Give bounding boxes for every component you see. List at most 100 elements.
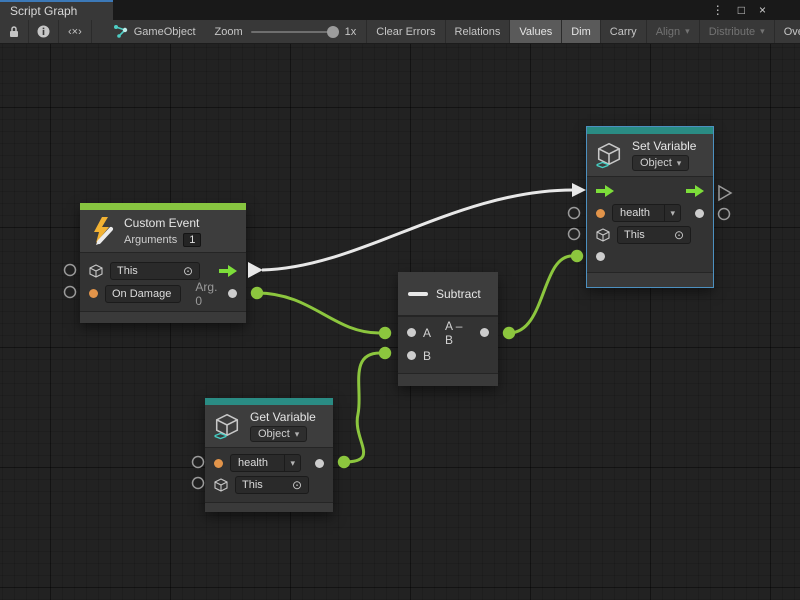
cube-icon — [89, 264, 103, 278]
flow-wire-start-arrow[interactable] — [248, 262, 263, 278]
info-button[interactable] — [29, 20, 59, 43]
cube-icon — [214, 478, 228, 492]
get-variable-footer — [205, 502, 333, 512]
flow-output-port[interactable] — [686, 185, 704, 197]
wire-endpoint[interactable] — [503, 327, 515, 339]
get-variable-header[interactable]: <> Get Variable Object ▾ — [205, 405, 333, 447]
custom-event-header[interactable]: Custom Event Arguments 1 — [80, 210, 246, 252]
target-field[interactable]: This ⊙ — [235, 476, 309, 494]
zoom-control: Zoom 1x — [205, 20, 367, 43]
wire-endpoint[interactable] — [379, 327, 391, 339]
subtract-footer — [398, 373, 498, 386]
arguments-input[interactable]: 1 — [183, 233, 201, 247]
graph-toolbar: ‹×› GameObject Zoom 1x Clear Errors Rela… — [0, 20, 800, 44]
value-input-port[interactable] — [596, 252, 605, 261]
wire-endpoint[interactable] — [251, 287, 263, 299]
input-b-port[interactable] — [407, 351, 416, 360]
code-view-button[interactable]: ‹×› — [59, 20, 92, 43]
string-input-port[interactable] — [89, 289, 98, 298]
variable-name-dropdown[interactable]: health ▾ — [230, 454, 301, 472]
object-picker-icon[interactable]: ⊙ — [674, 230, 684, 240]
flow-wire-end-arrow — [572, 183, 586, 197]
output-port[interactable] — [480, 328, 489, 337]
cube-icon — [596, 228, 610, 242]
floating-input-port[interactable] — [65, 265, 76, 276]
set-variable-footer — [587, 272, 713, 287]
arguments-label: Arguments — [124, 234, 177, 246]
subtract-header[interactable]: Subtract — [398, 272, 498, 316]
values-button[interactable]: Values — [510, 20, 562, 43]
object-variable-icon: <> — [215, 413, 242, 440]
zoom-slider-handle[interactable] — [327, 26, 339, 38]
relations-button[interactable]: Relations — [446, 20, 511, 43]
flow-output-port[interactable] — [219, 265, 237, 277]
lock-button[interactable] — [0, 20, 29, 43]
distribute-label: Distribute — [709, 26, 755, 38]
maximize-icon[interactable]: □ — [738, 3, 745, 17]
distribute-button[interactable]: Distribute ▾ — [700, 20, 775, 43]
align-button[interactable]: Align ▾ — [647, 20, 700, 43]
variable-scope-dropdown[interactable]: Object ▾ — [632, 155, 689, 171]
graph-target-label: GameObject — [134, 26, 196, 38]
set-variable-target-row: This ⊙ — [587, 224, 713, 246]
overview-button[interactable]: Overv — [775, 20, 800, 43]
zoom-slider[interactable] — [251, 31, 337, 33]
floating-output-port[interactable] — [719, 209, 730, 220]
input-b-label: B — [423, 349, 431, 363]
set-variable-header[interactable]: <> Set Variable Object ▾ — [587, 134, 713, 176]
object-picker-icon[interactable]: ⊙ — [183, 266, 193, 276]
node-custom-event[interactable]: Custom Event Arguments 1 This ⊙ — [80, 203, 246, 323]
floating-input-port[interactable] — [193, 457, 204, 468]
target-field[interactable]: This ⊙ — [617, 226, 691, 244]
object-picker-icon[interactable]: ⊙ — [292, 480, 302, 490]
floating-input-port[interactable] — [569, 229, 580, 240]
event-name-field[interactable]: On Damage — [105, 285, 181, 303]
floating-flow-output-port[interactable] — [719, 186, 731, 200]
align-label: Align — [656, 26, 680, 38]
variable-color-bar — [205, 398, 333, 405]
pane-menu-icon[interactable]: ⋮ — [712, 3, 724, 17]
node-set-variable[interactable]: <> Set Variable Object ▾ — [587, 127, 713, 287]
zoom-label: Zoom — [215, 26, 243, 38]
value-output-port[interactable] — [695, 209, 704, 218]
floating-input-port[interactable] — [65, 287, 76, 298]
dim-button[interactable]: Dim — [562, 20, 601, 43]
get-variable-name-row: health ▾ — [205, 452, 333, 474]
floating-input-port[interactable] — [193, 478, 204, 489]
wire-flow-customevent-setvariable[interactable] — [262, 190, 573, 270]
target-field[interactable]: This ⊙ — [110, 262, 200, 280]
wire-endpoint[interactable] — [338, 456, 350, 468]
variable-name-value: health — [231, 455, 284, 471]
wire-endpoint[interactable] — [379, 347, 391, 359]
string-input-port[interactable] — [214, 459, 223, 468]
code-icon: ‹×› — [68, 26, 82, 38]
string-input-port[interactable] — [596, 209, 605, 218]
wire-arg0-subtract-a[interactable] — [257, 293, 379, 333]
tab-title: Script Graph — [10, 4, 77, 18]
dim-label: Dim — [571, 26, 591, 38]
graph-canvas[interactable]: Custom Event Arguments 1 This ⊙ — [0, 44, 800, 600]
arg-output-port[interactable] — [228, 289, 237, 298]
variable-name-dropdown[interactable]: health ▾ — [612, 204, 681, 222]
graph-target-button[interactable]: GameObject — [104, 20, 205, 43]
get-variable-title: Get Variable — [250, 410, 316, 424]
tab-script-graph[interactable]: Script Graph — [0, 0, 113, 20]
close-icon[interactable]: × — [759, 3, 766, 17]
flow-input-port[interactable] — [596, 185, 614, 197]
value-output-port[interactable] — [315, 459, 324, 468]
subtract-row-a: A A – B — [398, 321, 498, 344]
caret-down-icon: ▾ — [677, 158, 682, 169]
custom-event-target-row: This ⊙ — [80, 259, 246, 282]
variable-scope-dropdown[interactable]: Object ▾ — [250, 426, 307, 442]
wire-endpoint[interactable] — [571, 250, 583, 262]
event-name-value: On Damage — [112, 288, 171, 300]
floating-input-port[interactable] — [569, 208, 580, 219]
clear-errors-button[interactable]: Clear Errors — [366, 20, 445, 43]
carry-button[interactable]: Carry — [601, 20, 647, 43]
wire-subtract-setvariable[interactable] — [509, 256, 572, 333]
input-a-port[interactable] — [407, 328, 416, 337]
wire-getvariable-subtract-b[interactable] — [344, 353, 380, 462]
node-subtract[interactable]: Subtract A A – B B — [398, 272, 498, 386]
custom-event-name-row: On Damage Arg. 0 — [80, 282, 246, 305]
node-get-variable[interactable]: <> Get Variable Object ▾ healt — [205, 398, 333, 512]
